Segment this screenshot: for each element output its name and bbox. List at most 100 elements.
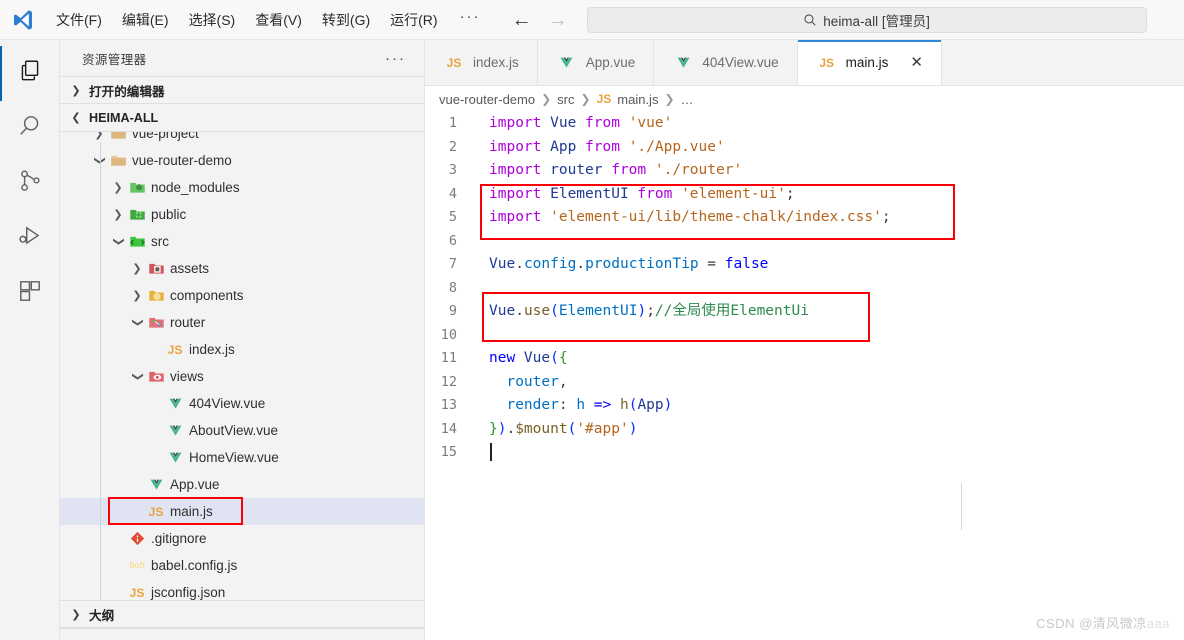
code-line[interactable]: 3 import router from './router'	[425, 159, 1184, 183]
tree-item-views[interactable]: ❮ views	[60, 363, 424, 390]
tree-item-index-js[interactable]: JS index.js	[60, 336, 424, 363]
chevron-down-icon[interactable]: ❮	[93, 153, 106, 169]
code-line-content: render: h => h(App)	[473, 394, 672, 418]
chevron-down-icon[interactable]: ❮	[131, 369, 144, 385]
menu-go[interactable]: 转到(G)	[312, 7, 380, 33]
explorer-more-actions-button[interactable]: ···	[385, 50, 406, 67]
files-icon	[17, 58, 43, 89]
arrow-right-icon[interactable]: →	[547, 10, 569, 30]
menu-run[interactable]: 运行(R)	[380, 7, 447, 33]
chevron-down-icon[interactable]: ❮	[131, 315, 144, 331]
src-folder-icon	[126, 233, 148, 250]
tree-item-label: views	[170, 369, 204, 384]
tree-item-label: .gitignore	[151, 531, 207, 546]
timeline-section[interactable]	[60, 628, 424, 640]
tree-item-app-vue[interactable]: App.vue	[60, 471, 424, 498]
menu-file[interactable]: 文件(F)	[46, 7, 112, 33]
breadcrumb-src[interactable]: src	[557, 92, 574, 107]
line-number: 3	[448, 162, 457, 178]
breadcrumb-symbol[interactable]: …	[681, 92, 694, 107]
code-line[interactable]: 10	[425, 324, 1184, 348]
chevron-right-icon[interactable]: ❯	[129, 262, 145, 275]
arrow-left-icon[interactable]: ←	[511, 10, 533, 30]
code-line[interactable]: 12 router,	[425, 371, 1184, 395]
tree-item-main-js[interactable]: JS main.js	[60, 498, 424, 525]
chevron-down-icon[interactable]: ❮	[112, 234, 125, 250]
chevron-right-icon[interactable]: ❯	[110, 181, 126, 194]
code-token: ,	[558, 373, 568, 390]
tree-item-src[interactable]: ❮ src	[60, 228, 424, 255]
git-file-icon	[126, 530, 148, 547]
tree-item-vue-router-demo[interactable]: ❮ vue-router-demo	[60, 147, 424, 174]
tab-app-vue[interactable]: App.vue	[537, 40, 655, 85]
code-line[interactable]: 9 Vue.use(ElementUI);//全局使用ElementUi	[425, 300, 1184, 324]
code-token: '#app'	[576, 420, 629, 437]
tab-404view-vue[interactable]: 404View.vue	[654, 40, 798, 85]
menu-bar: 文件(F) 编辑(E) 选择(S) 查看(V) 转到(G) 运行(R) ···	[46, 6, 493, 33]
tree-item-jsconfig-json[interactable]: JS jsconfig.json	[60, 579, 424, 600]
menu-edit[interactable]: 编辑(E)	[112, 7, 179, 33]
code-line[interactable]: 14}).$mount('#app')	[425, 418, 1184, 442]
code-line[interactable]: 8	[425, 277, 1184, 301]
chevron-right-icon: ❯	[664, 92, 675, 106]
tree-item-homeview-vue[interactable]: HomeView.vue	[60, 444, 424, 471]
tab-label: App.vue	[585, 55, 636, 70]
tree-item-vue-project[interactable]: ❯ vue-project	[60, 132, 424, 147]
tree-item-node-modules[interactable]: ❯ node_modules	[60, 174, 424, 201]
source-control-icon	[17, 168, 43, 199]
menu-view[interactable]: 查看(V)	[245, 7, 312, 33]
tree-item-label: jsconfig.json	[151, 585, 226, 600]
tab-index-js[interactable]: JS index.js	[425, 40, 538, 85]
file-tree[interactable]: ❯ vue-project ❮ vue-router-demo ❯ node_module…	[60, 132, 424, 600]
code-line[interactable]: 7 Vue.config.productionTip = false	[425, 253, 1184, 277]
code-token: ElementUI	[558, 303, 638, 319]
code-token: use	[523, 303, 551, 319]
tree-item-public[interactable]: ❯ public	[60, 201, 424, 228]
outline-section[interactable]: ❯ 大纲	[60, 600, 424, 628]
tree-item-404view-vue[interactable]: 404View.vue	[60, 390, 424, 417]
tree-item-aboutview-vue[interactable]: AboutView.vue	[60, 417, 424, 444]
js-file-icon: JS	[129, 585, 145, 600]
tree-item-babel-config-js[interactable]: bab babel.config.js	[60, 552, 424, 579]
code-editor[interactable]: 1 import Vue from 'vue' 2 import App from '…	[425, 112, 1184, 640]
tree-item-router[interactable]: ❮ router	[60, 309, 424, 336]
code-token: ;	[646, 303, 655, 319]
activity-explorer-button[interactable]	[0, 46, 60, 101]
views-folder-icon	[145, 368, 167, 385]
code-line[interactable]: 2 import App from './App.vue'	[425, 136, 1184, 160]
code-token: router	[489, 373, 559, 390]
breadcrumb-file[interactable]: main.js	[617, 92, 658, 107]
activity-search-button[interactable]	[0, 101, 60, 156]
menu-selection[interactable]: 选择(S)	[179, 7, 246, 33]
chevron-right-icon[interactable]: ❯	[110, 208, 126, 221]
breadcrumb-folder[interactable]: vue-router-demo	[439, 92, 535, 107]
menu-more-button[interactable]: ···	[448, 6, 493, 33]
chevron-right-icon[interactable]: ❯	[129, 289, 145, 302]
js-file-icon: JS	[596, 92, 612, 106]
code-line[interactable]: 4 import ElementUI from 'element-ui';	[425, 183, 1184, 207]
chevron-right-icon: ❯	[541, 92, 552, 106]
code-token: App	[637, 397, 664, 413]
tree-item-label: vue-router-demo	[132, 153, 232, 168]
code-line[interactable]: 5 import 'element-ui/lib/theme-chalk/inde…	[425, 206, 1184, 230]
code-line[interactable]: 1 import Vue from 'vue'	[425, 112, 1184, 136]
activity-run-debug-button[interactable]	[0, 211, 60, 266]
line-number: 8	[448, 279, 457, 296]
code-line[interactable]: 15	[425, 441, 1184, 465]
code-line[interactable]: 11 new Vue({	[425, 347, 1184, 371]
open-editors-section[interactable]: ❯ 打开的编辑器	[60, 76, 424, 104]
code-line[interactable]: 6	[425, 230, 1184, 254]
activity-extensions-button[interactable]	[0, 266, 60, 321]
tree-item--gitignore[interactable]: .gitignore	[60, 525, 424, 552]
activity-source-control-button[interactable]	[0, 156, 60, 211]
tab-main-js[interactable]: JS main.js ✕	[797, 40, 942, 85]
workspace-section[interactable]: ❮ HEIMA-ALL	[60, 104, 424, 132]
tree-item-assets[interactable]: ❯ assets	[60, 255, 424, 282]
code-token: .	[515, 303, 524, 319]
code-line[interactable]: 13 render: h => h(App)	[425, 394, 1184, 418]
command-center-search[interactable]: heima-all [管理员]	[586, 6, 1147, 33]
chevron-right-icon[interactable]: ❯	[91, 132, 107, 140]
tree-item-components[interactable]: ❯ components	[60, 282, 424, 309]
close-icon[interactable]: ✕	[910, 55, 923, 70]
line-number: 11	[440, 350, 457, 366]
